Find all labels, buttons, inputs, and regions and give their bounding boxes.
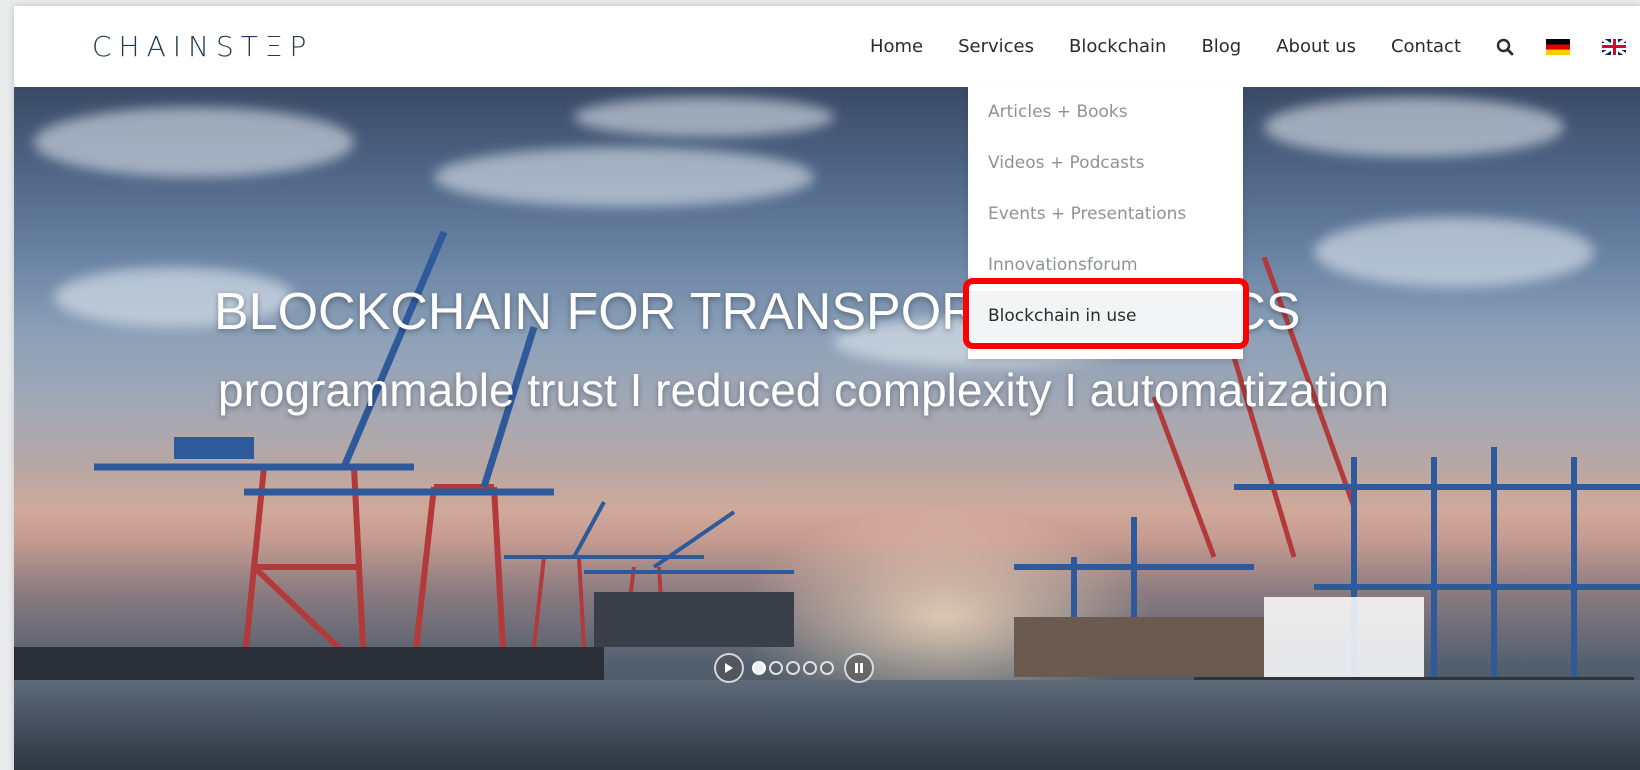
menu-item-blockchain-in-use[interactable]: Blockchain in use [968,291,1243,342]
crane-middle-illustration [504,501,794,647]
search-icon[interactable] [1496,38,1514,56]
slide-dot-5[interactable] [820,661,834,675]
nav-services[interactable]: Services [958,36,1034,57]
pause-icon [855,663,863,673]
nav-blog[interactable]: Blog [1201,36,1241,57]
menu-item-innovationsforum[interactable]: Innovationsforum [968,240,1243,291]
menu-item-articles-books[interactable]: Articles + Books [968,87,1243,138]
hero-slider: BLOCKCHAIN FOR TRANSPORT LOGISTICS progr… [14,87,1640,770]
site-header: CHAINSTΞP Home Services Blockchain Blog … [14,6,1640,87]
play-icon [725,663,733,673]
slider-controls [714,653,874,683]
logo[interactable]: CHAINSTΞP [92,30,313,63]
nav-contact[interactable]: Contact [1391,36,1461,57]
nav-about-us[interactable]: About us [1276,36,1356,57]
website: CHAINSTΞP Home Services Blockchain Blog … [14,6,1640,770]
hero-subtitle: programmable trust I reduced complexity … [218,364,1389,416]
harbor-water [14,680,1640,770]
menu-item-events-presentations[interactable]: Events + Presentations [968,189,1243,240]
slide-dot-1[interactable] [752,661,766,675]
nav-blockchain[interactable]: Blockchain [1069,36,1166,57]
nav-home[interactable]: Home [870,36,923,57]
play-button[interactable] [714,653,744,683]
page: CHAINSTΞP Home Services Blockchain Blog … [0,0,1640,770]
slide-dot-3[interactable] [786,661,800,675]
slide-dot-2[interactable] [769,661,783,675]
blockchain-dropdown-menu: Articles + Books Videos + Podcasts Event… [968,87,1243,359]
menu-item-videos-podcasts[interactable]: Videos + Podcasts [968,138,1243,189]
flag-de-icon[interactable] [1546,38,1570,55]
slide-dot-4[interactable] [803,661,817,675]
flag-uk-icon[interactable] [1602,38,1626,55]
main-nav: Home Services Blockchain Blog About us C… [870,6,1640,87]
pause-button[interactable] [844,653,874,683]
